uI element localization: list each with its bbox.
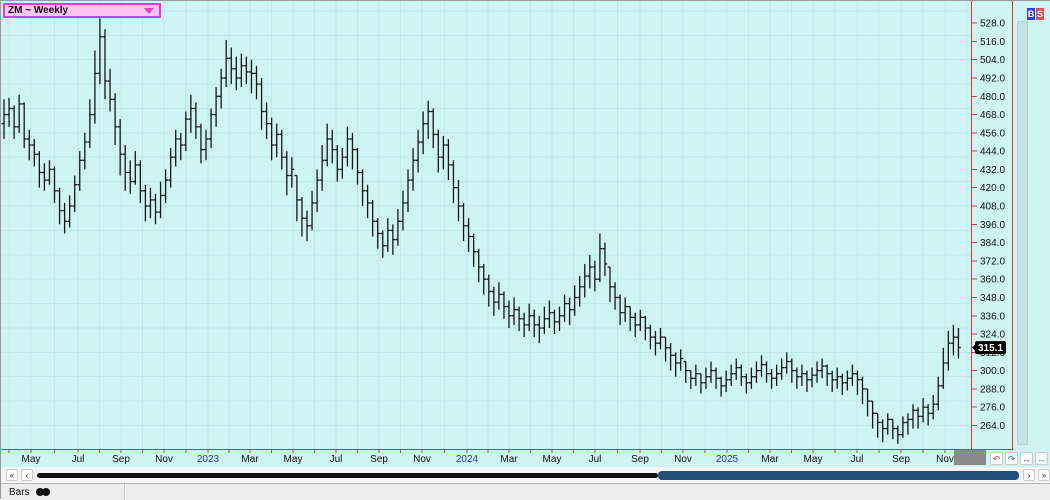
price-tick-label: 384.0 bbox=[980, 238, 1005, 249]
price-tick-label: 456.0 bbox=[980, 128, 1005, 139]
time-axis-labels[interactable]: May Jul Sep Nov 2023 Mar May Jul Sep Nov 2024 Mar Ma… bbox=[22, 454, 954, 465]
price-tick-label: 432.0 bbox=[980, 165, 1005, 176]
price-axis-labels[interactable]: 264.0276.0288.0300.0312.0324.0336.0348.0… bbox=[980, 19, 1005, 432]
price-tick-label: 408.0 bbox=[980, 202, 1005, 213]
time-tick-label: Sep bbox=[112, 454, 130, 465]
time-tick-label: Nov bbox=[674, 454, 692, 465]
status-bar: Bars bbox=[1, 483, 1050, 500]
time-tick-label: Jul bbox=[330, 454, 343, 465]
price-tick-label: 348.0 bbox=[980, 293, 1005, 304]
time-tick-label: May bbox=[804, 454, 823, 465]
chart-nav-buttons: ↶↷↔↔↔ bbox=[990, 452, 1050, 465]
chevron-down-icon bbox=[144, 7, 154, 14]
price-tick-label: 276.0 bbox=[980, 403, 1005, 414]
expand-bars-button[interactable]: ↔ bbox=[1035, 452, 1048, 465]
bars-mode-icon bbox=[41, 488, 50, 496]
time-tick-label: Nov bbox=[936, 454, 954, 465]
symbol-period-label: ZM ~ Weekly bbox=[8, 5, 69, 16]
time-tick-label: Jul bbox=[851, 454, 864, 465]
scrollbar-thumb[interactable] bbox=[658, 471, 1019, 480]
redo-zoom-button[interactable]: ↷ bbox=[1005, 452, 1018, 465]
chart-surface: 264.0276.0288.0300.0312.0324.0336.0348.0… bbox=[1, 1, 1050, 467]
price-tick-label: 288.0 bbox=[980, 384, 1005, 395]
scroll-first-button[interactable]: « bbox=[6, 469, 18, 481]
price-tick-label: 480.0 bbox=[980, 92, 1005, 103]
price-tick-label: 420.0 bbox=[980, 183, 1005, 194]
vertical-scrollbar[interactable] bbox=[1017, 21, 1028, 445]
time-tick-label: 2023 bbox=[197, 454, 220, 465]
time-tick-label: Jul bbox=[72, 454, 85, 465]
price-tick-label: 324.0 bbox=[980, 330, 1005, 341]
time-tick-label: Sep bbox=[631, 454, 649, 465]
fit-width-button[interactable]: ↔ bbox=[1020, 452, 1033, 465]
time-tick-label: 2024 bbox=[456, 454, 479, 465]
time-tick-label: Mar bbox=[500, 454, 518, 465]
time-tick-label: May bbox=[284, 454, 303, 465]
price-tick-label: 444.0 bbox=[980, 147, 1005, 158]
scroll-next-button[interactable]: › bbox=[1023, 469, 1035, 481]
price-tick-label: 300.0 bbox=[980, 366, 1005, 377]
scroll-last-button[interactable]: » bbox=[1038, 469, 1050, 481]
time-axis-drag-handle[interactable] bbox=[954, 450, 986, 465]
trading-app-window: { "window": { "symbol_selector": "ZM ~ W… bbox=[0, 0, 1050, 500]
time-tick-label: Sep bbox=[370, 454, 388, 465]
time-tick-label: May bbox=[543, 454, 562, 465]
svg-text:315.1: 315.1 bbox=[978, 343, 1003, 354]
last-price-badge: 315.1 bbox=[972, 341, 1006, 355]
time-tick-label: Sep bbox=[892, 454, 910, 465]
order-buttons: B S bbox=[1027, 8, 1044, 20]
price-tick-label: 516.0 bbox=[980, 37, 1005, 48]
time-tick-label: Mar bbox=[241, 454, 259, 465]
scroll-prev-button[interactable]: ‹ bbox=[21, 469, 33, 481]
buy-button[interactable]: B bbox=[1027, 8, 1035, 20]
price-chart[interactable]: 264.0276.0288.0300.0312.0324.0336.0348.0… bbox=[1, 1, 1013, 467]
price-tick-label: 360.0 bbox=[980, 275, 1005, 286]
price-tick-label: 492.0 bbox=[980, 74, 1005, 85]
time-tick-label: Mar bbox=[761, 454, 779, 465]
price-tick-label: 504.0 bbox=[980, 55, 1005, 66]
price-tick-label: 468.0 bbox=[980, 110, 1005, 121]
time-tick-label: Nov bbox=[155, 454, 173, 465]
horizontal-scrollbar: « ‹ › » bbox=[1, 467, 1050, 483]
time-tick-label: Jul bbox=[589, 454, 602, 465]
sell-button[interactable]: S bbox=[1036, 8, 1044, 20]
time-tick-label: Nov bbox=[413, 454, 431, 465]
price-tick-label: 528.0 bbox=[980, 19, 1005, 30]
undo-zoom-button[interactable]: ↶ bbox=[990, 452, 1003, 465]
price-tick-label: 396.0 bbox=[980, 220, 1005, 231]
symbol-period-dropdown[interactable]: ZM ~ Weekly bbox=[3, 3, 161, 18]
time-tick-label: May bbox=[22, 454, 41, 465]
price-bars bbox=[1, 18, 961, 444]
scrollbar-data-extent[interactable] bbox=[37, 473, 658, 478]
time-tick-label: 2025 bbox=[716, 454, 739, 465]
chart-mode-cell[interactable]: Bars bbox=[1, 484, 125, 500]
price-tick-label: 372.0 bbox=[980, 256, 1005, 267]
price-tick-label: 264.0 bbox=[980, 421, 1005, 432]
price-tick-label: 336.0 bbox=[980, 311, 1005, 322]
gridlines bbox=[1, 1, 971, 451]
chart-mode-label: Bars bbox=[9, 486, 30, 498]
axis-frame bbox=[1, 1, 1013, 453]
